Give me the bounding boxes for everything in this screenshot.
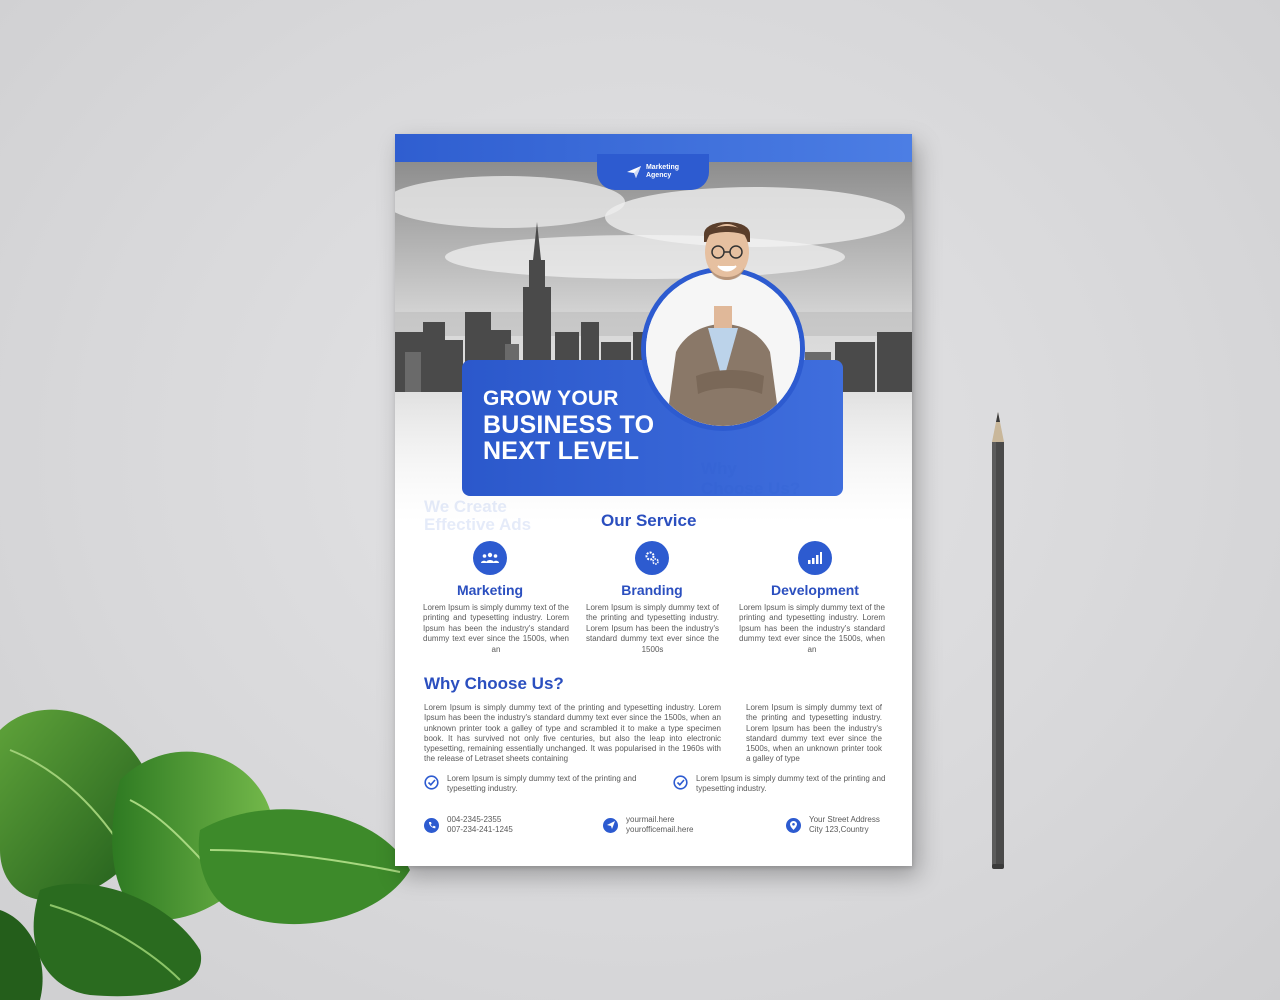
services-title: Our Service bbox=[601, 511, 697, 530]
email-1: yourmail.here bbox=[626, 815, 675, 824]
check-text-1: Lorem Ipsum is simply dummy text of the … bbox=[447, 774, 637, 794]
logo-line-2: Agency bbox=[645, 172, 672, 179]
ghost-effective: Effective Ads bbox=[424, 515, 532, 534]
headline-line-2: BUSINESS TO bbox=[483, 411, 655, 439]
send-icon bbox=[603, 817, 618, 833]
why-main-text: Lorem Ipsum is simply dummy text of the … bbox=[424, 703, 721, 764]
headline-line-1: GROW YOUR bbox=[483, 387, 619, 410]
check-circle-icon bbox=[673, 775, 688, 790]
bar-chart-icon bbox=[798, 541, 832, 575]
check-item-2: Lorem Ipsum is simply dummy text of the … bbox=[673, 774, 886, 795]
portrait-head bbox=[704, 222, 750, 280]
address-1: Your Street Address bbox=[809, 815, 880, 824]
service-title-marketing: Marketing bbox=[456, 582, 524, 598]
service-title-development: Development bbox=[771, 582, 859, 598]
contact-address: Your Street Address City 123,Country bbox=[786, 815, 880, 836]
contact-phone: 004-2345-2355 007-234-241-1245 bbox=[424, 815, 513, 836]
brand-logo: Marketing Agency bbox=[597, 154, 709, 190]
pencil bbox=[992, 412, 1004, 869]
location-pin-icon bbox=[786, 817, 801, 833]
ghost-why: Why bbox=[701, 459, 737, 478]
check-item-1: Lorem Ipsum is simply dummy text of the … bbox=[424, 774, 637, 795]
gears-icon bbox=[635, 541, 669, 575]
headline: GROW YOUR BUSINESS TO NEXT LEVEL bbox=[483, 386, 654, 464]
check-text-2: Lorem Ipsum is simply dummy text of the … bbox=[696, 774, 886, 794]
why-side-text: Lorem Ipsum is simply dummy text of the … bbox=[746, 703, 882, 764]
flyer: Marketing Agency GROW YOUR BUSINESS TO N… bbox=[395, 134, 912, 866]
logo-line-1: Marketing bbox=[645, 164, 680, 171]
service-title-branding: Branding bbox=[621, 582, 683, 598]
service-text-marketing: Lorem Ipsum is simply dummy text of the … bbox=[423, 603, 569, 654]
portrait-ring bbox=[641, 267, 805, 431]
mockup-scene: Marketing Agency GROW YOUR BUSINESS TO N… bbox=[0, 0, 1280, 1000]
why-section bbox=[395, 666, 912, 866]
service-text-branding: Lorem Ipsum is simply dummy text of the … bbox=[586, 603, 719, 654]
service-text-development: Lorem Ipsum is simply dummy text of the … bbox=[739, 603, 885, 654]
email-2: yourofficemail.here bbox=[626, 825, 694, 835]
team-icon bbox=[473, 541, 507, 575]
logo-text: Marketing Agency bbox=[646, 164, 679, 180]
headline-line-3: NEXT LEVEL bbox=[483, 437, 640, 465]
ghost-we-create: We Create bbox=[424, 497, 507, 516]
contact-email: yourmail.here yourofficemail.here bbox=[603, 815, 693, 836]
plant-leaves bbox=[0, 709, 410, 1000]
ghost-choose: Choose Us? bbox=[701, 479, 801, 498]
phone-1: 004-2345-2355 bbox=[447, 815, 502, 824]
address-2: City 123,Country bbox=[809, 825, 869, 835]
portrait-photo bbox=[646, 272, 800, 426]
paper-plane-icon bbox=[626, 166, 641, 178]
check-circle-icon bbox=[424, 775, 439, 790]
why-title: Why Choose Us? bbox=[424, 674, 564, 693]
phone-2: 007-234-241-1245 bbox=[447, 825, 513, 835]
phone-icon bbox=[424, 817, 439, 833]
